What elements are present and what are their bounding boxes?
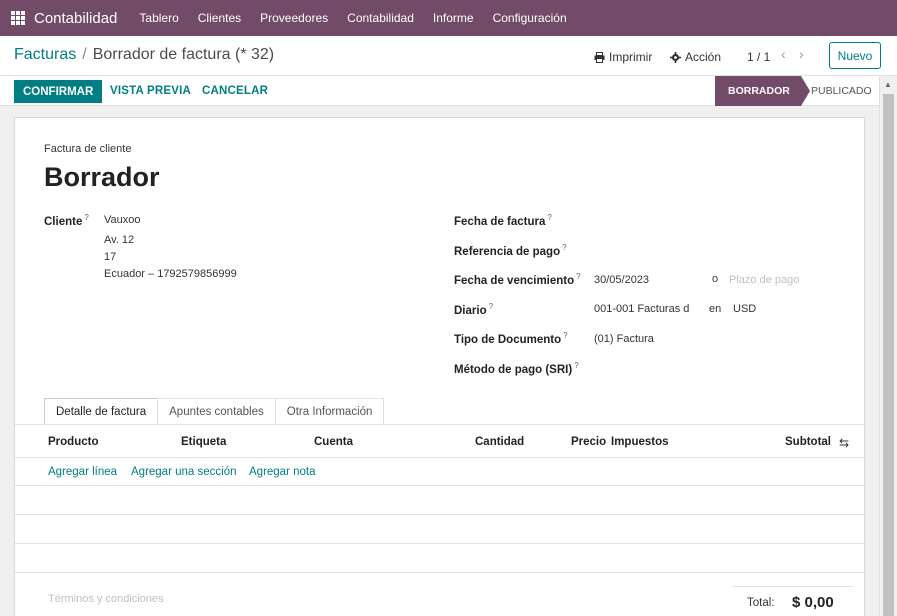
payment-method-label: Método de pago (SRI)? [454,361,579,376]
customer-label-text: Cliente [44,215,83,228]
total-divider [733,586,853,587]
scrollbar-thumb[interactable] [883,94,894,616]
help-icon[interactable]: ? [547,213,551,222]
due-date-label-text: Fecha de vencimiento [454,274,575,287]
column-subtotal[interactable]: Subtotal [785,436,831,448]
table-row-divider [15,572,866,573]
invoice-date-field[interactable] [594,214,794,228]
stage-publicado[interactable]: PUBLICADO [811,85,872,97]
help-icon[interactable]: ? [563,331,567,340]
action-label: Acción [685,50,722,64]
optional-columns-icon[interactable]: ⇆ [839,436,849,450]
form-sheet: Factura de cliente Borrador Cliente? Vau… [14,117,866,616]
due-date-label: Fecha de vencimiento? [454,272,581,287]
page-title: Borrador [44,162,160,192]
column-impuestos[interactable]: Impuestos [611,436,669,448]
help-icon[interactable]: ? [562,243,566,252]
payment-method-label-text: Método de pago (SRI) [454,363,573,376]
customer-name[interactable]: Vauxoo [104,214,141,226]
print-button[interactable]: Imprimir [594,50,652,64]
journal-field[interactable]: 001-001 Facturas d [594,303,689,315]
action-button[interactable]: Acción [670,50,721,64]
tab-apuntes-contables[interactable]: Apuntes contables [157,398,276,425]
invoice-date-label-text: Fecha de factura [454,215,546,228]
scroll-up-arrow-icon[interactable]: ▲ [884,80,892,89]
top-navbar: Contabilidad Tablero Clientes Proveedore… [0,0,897,36]
chevron-left-icon[interactable]: ‹ [781,46,786,62]
journal-label-text: Diario [454,304,487,317]
payment-ref-field[interactable] [594,244,794,258]
terms-conditions-field[interactable]: Términos y condiciones [48,593,164,605]
customer-address-line1: Av. 12 [104,234,135,246]
customer-address-line2: 17 [104,251,117,263]
column-precio[interactable]: Precio [571,436,606,448]
breadcrumb-current: Borrador de factura (* 32) [92,46,275,63]
document-type-field[interactable]: (01) Factura [594,333,654,345]
breadcrumb-separator: / [82,46,87,63]
print-label: Imprimir [609,50,653,64]
payment-method-field[interactable] [594,362,794,376]
menu-tablero[interactable]: Tablero [139,11,178,25]
menu-configuracion[interactable]: Configuración [493,11,567,25]
cancel-button[interactable]: CANCELAR [202,85,268,97]
control-panel: Facturas / Borrador de factura (* 32) Impr… [0,36,897,76]
notebook-tabs: Detalle de factura Apuntes contables Otr… [44,398,385,425]
help-icon[interactable]: ? [574,361,578,370]
column-cantidad[interactable]: Cantidad [475,436,524,448]
apps-menu-icon[interactable] [11,11,25,25]
total-label: Total: [747,597,775,609]
add-section-link[interactable]: Agregar una sección [131,466,236,478]
payment-ref-label: Referencia de pago? [454,243,567,258]
table-row-divider [15,543,866,544]
customer-address-line3: Ecuador – 1792579856999 [104,268,237,280]
menu-proveedores[interactable]: Proveedores [260,11,328,25]
due-date-field[interactable]: 30/05/2023 [594,274,649,286]
help-icon[interactable]: ? [489,302,493,311]
invoice-date-label: Fecha de factura? [454,213,552,228]
total-amount: $ 0,00 [792,594,834,611]
customer-label: Cliente? [44,213,89,228]
help-icon[interactable]: ? [84,213,88,222]
column-producto[interactable]: Producto [48,436,98,448]
table-row-divider [15,514,866,515]
breadcrumb: Facturas / Borrador de factura (* 32) [14,46,274,64]
add-line-link[interactable]: Agregar línea [48,466,117,478]
new-button[interactable]: Nuevo [829,42,881,69]
payment-terms-field[interactable]: Plazo de pago [729,274,799,286]
document-type-label: Factura de cliente [44,143,132,155]
add-note-link[interactable]: Agregar nota [249,466,316,478]
menu-contabilidad[interactable]: Contabilidad [347,11,414,25]
due-date-or-text: o [712,273,719,285]
menu-informe[interactable]: Informe [433,11,474,25]
document-type-label-text: Tipo de Documento [454,333,562,346]
status-bar: CONFIRMAR VISTA PREVIA CANCELAR BORRADOR… [0,76,879,106]
table-row-divider [15,485,866,486]
gear-icon [670,51,681,63]
payment-ref-label-text: Referencia de pago [454,245,561,258]
document-type-field-label: Tipo de Documento? [454,331,568,346]
print-icon [594,51,605,63]
app-name[interactable]: Contabilidad [34,10,117,27]
tab-detalle-factura[interactable]: Detalle de factura [44,398,159,425]
menu-clientes[interactable]: Clientes [198,11,241,25]
column-etiqueta[interactable]: Etiqueta [181,436,226,448]
confirm-button[interactable]: CONFIRMAR [14,80,103,103]
currency-field[interactable]: USD [733,303,756,315]
scrollbar[interactable]: ▲ [879,76,897,616]
pager-value[interactable]: 1 / 1 [747,50,770,64]
table-header-divider [15,457,866,458]
journal-label: Diario? [454,302,493,317]
chevron-right-icon[interactable]: › [799,46,804,62]
help-icon[interactable]: ? [576,272,580,281]
tab-divider [15,424,866,425]
stage-borrador[interactable]: BORRADOR [715,76,810,106]
journal-in-text: en [709,303,722,315]
tab-otra-informacion[interactable]: Otra Información [274,398,385,425]
column-cuenta[interactable]: Cuenta [314,436,353,448]
breadcrumb-facturas[interactable]: Facturas [14,46,76,63]
preview-button[interactable]: VISTA PREVIA [110,85,191,97]
